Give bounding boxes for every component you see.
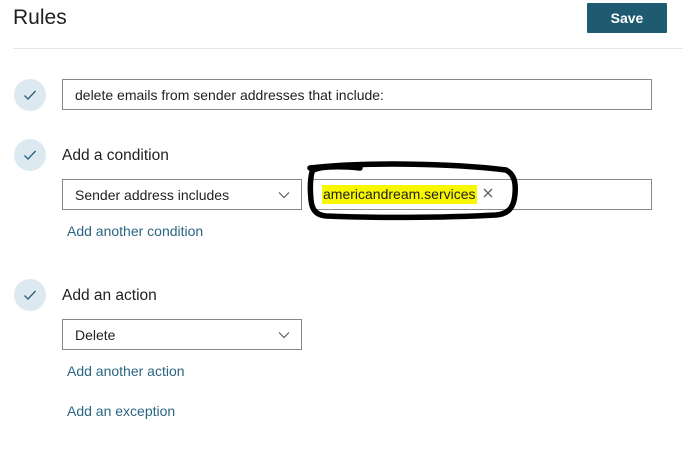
action-check: [14, 279, 46, 311]
action-dropdown[interactable]: Delete: [62, 319, 302, 350]
save-button[interactable]: Save: [587, 3, 667, 33]
condition-dropdown-value: Sender address includes: [75, 186, 230, 203]
condition-heading: Add a condition: [62, 147, 169, 164]
add-another-condition-link[interactable]: Add another condition: [67, 223, 203, 239]
rule-name-input[interactable]: delete emails from sender addresses that…: [62, 79, 652, 110]
chevron-down-icon: [278, 192, 290, 199]
add-exception-link[interactable]: Add an exception: [67, 403, 175, 419]
condition-check: [14, 139, 46, 171]
action-dropdown-value: Delete: [75, 326, 116, 343]
close-icon[interactable]: [481, 186, 495, 200]
checkmark-icon: [24, 150, 37, 161]
header-divider: [13, 48, 683, 49]
checkmark-icon: [24, 290, 37, 301]
rule-name-check: [14, 79, 46, 111]
chevron-down-icon: [278, 332, 290, 339]
checkmark-icon: [24, 90, 37, 101]
action-heading: Add an action: [62, 287, 157, 304]
sender-address-tag: americandream.services: [322, 185, 477, 204]
page-title: Rules: [13, 6, 67, 29]
add-another-action-link[interactable]: Add another action: [67, 363, 185, 379]
condition-dropdown[interactable]: Sender address includes: [62, 179, 302, 210]
